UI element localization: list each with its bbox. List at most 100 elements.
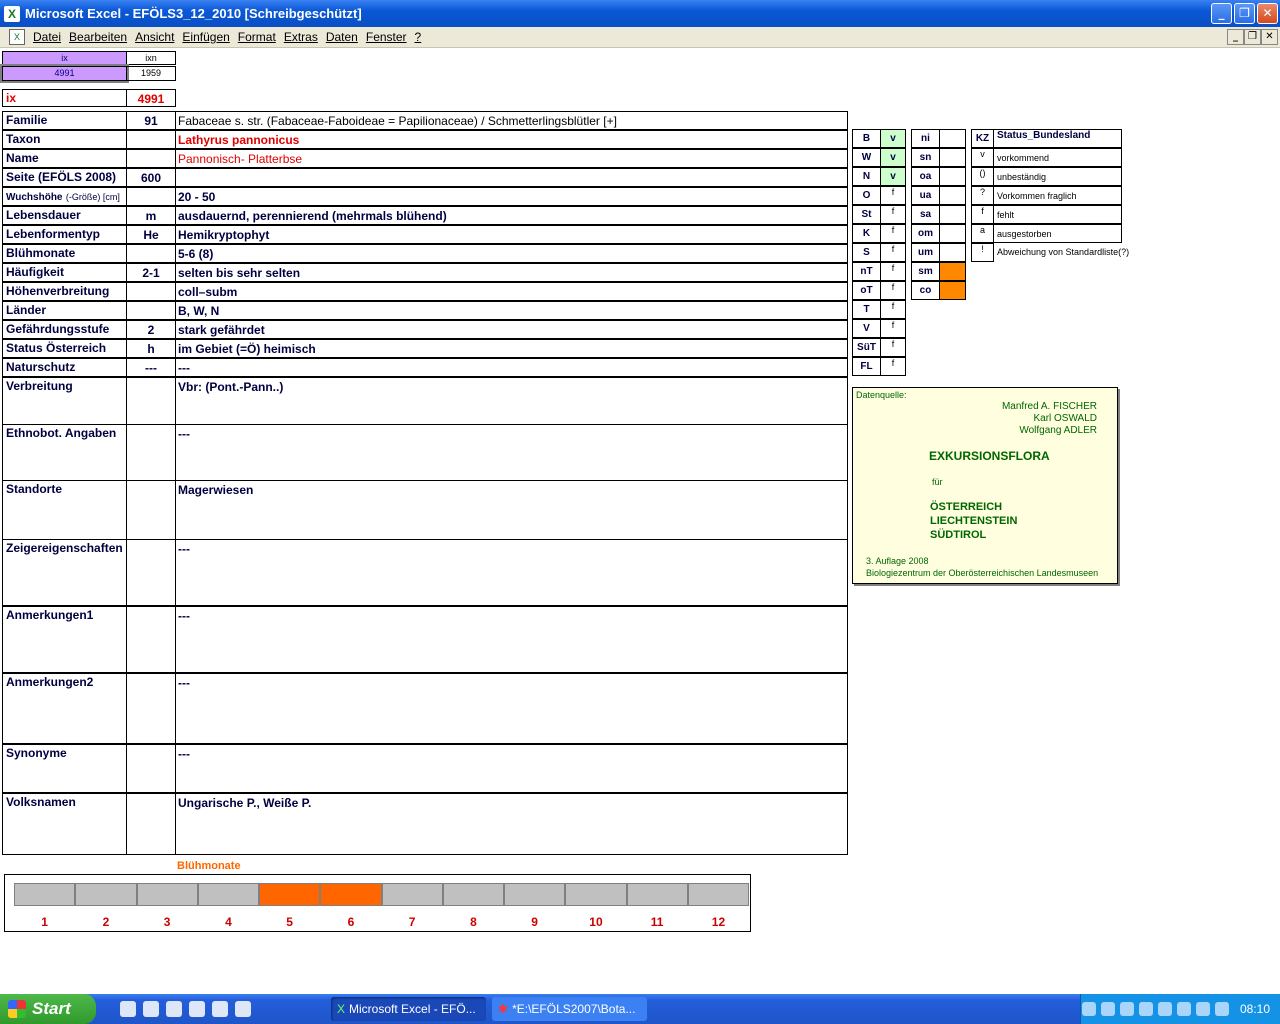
restore-button[interactable]: ❐ <box>1234 3 1255 24</box>
bundesland-status[interactable]: f <box>880 319 906 338</box>
row-code[interactable]: 91 <box>126 111 176 130</box>
menu-ansicht[interactable]: Ansicht <box>135 30 174 44</box>
network-icon[interactable] <box>1081 1002 1096 1016</box>
row-value[interactable]: B, W, N <box>175 301 848 320</box>
row-code[interactable]: He <box>126 225 176 244</box>
ix-label: ix <box>2 89 127 107</box>
text-row-value[interactable]: --- <box>175 744 848 793</box>
row-code[interactable] <box>126 149 176 168</box>
row-value[interactable]: stark gefährdet <box>175 320 848 339</box>
text-row-value[interactable]: --- <box>175 606 848 673</box>
bundesland-status[interactable]: f <box>880 224 906 243</box>
hoehenzone-flag[interactable] <box>939 281 966 300</box>
row-value[interactable]: selten bis sehr selten <box>175 263 848 282</box>
menu-daten[interactable]: Daten <box>326 30 358 44</box>
row-code[interactable] <box>126 301 176 320</box>
menu-format[interactable]: Format <box>238 30 276 44</box>
text-row-value[interactable]: --- <box>175 539 848 606</box>
shield-icon[interactable] <box>1157 1002 1172 1016</box>
quicklaunch-ie-icon[interactable] <box>189 1001 205 1017</box>
start-button[interactable]: Start <box>0 994 96 1024</box>
hoehenzone-flag[interactable] <box>939 129 966 148</box>
row-value[interactable]: coll–subm <box>175 282 848 301</box>
doc-close-button[interactable]: ✕ <box>1261 29 1278 45</box>
menu-datei[interactable]: Datei <box>33 30 61 44</box>
ix-small-value[interactable]: 4991 <box>0 64 129 83</box>
hoehenzone-flag[interactable] <box>939 186 966 205</box>
row-code[interactable] <box>126 130 176 149</box>
info-icon[interactable] <box>1195 1002 1210 1016</box>
row-value[interactable]: ausdauernd, perennierend (mehrmals blühe… <box>175 206 848 225</box>
row-code[interactable]: --- <box>126 358 176 377</box>
menu-bearbeiten[interactable]: Bearbeiten <box>69 30 127 44</box>
row-value[interactable]: 5-6 (8) <box>175 244 848 263</box>
quicklaunch-desktop-icon[interactable] <box>120 1001 136 1017</box>
row-code[interactable] <box>126 244 176 263</box>
row-label-text: Naturschutz <box>6 360 76 374</box>
quicklaunch-firefox-icon[interactable] <box>235 1001 251 1017</box>
doc-minimize-button[interactable]: _ <box>1227 29 1244 45</box>
row-value[interactable]: Lathyrus pannonicus <box>175 130 848 149</box>
text-row-value[interactable]: Ungarische P., Weiße P. <box>175 793 848 855</box>
volume-icon[interactable] <box>1100 1002 1115 1016</box>
menu-fenster[interactable]: Fenster <box>366 30 407 44</box>
menu-einfuegen[interactable]: Einfügen <box>182 30 229 44</box>
bundesland-status[interactable]: f <box>880 243 906 262</box>
row-value[interactable]: 20 - 50 <box>175 187 848 206</box>
close-button[interactable]: ✕ <box>1257 3 1278 24</box>
row-value[interactable]: im Gebiet (=Ö) heimisch <box>175 339 848 358</box>
worksheet[interactable]: ix ixn 4991 1959 ix 4991 Familie 91 Fabace… <box>0 48 1280 990</box>
bundesland-status[interactable]: f <box>880 357 906 376</box>
row-value[interactable]: Fabaceae s. str. (Fabaceae-Faboideae = P… <box>175 111 848 130</box>
text-row-value[interactable]: Magerwiesen <box>175 480 848 540</box>
menu-help[interactable]: ? <box>415 30 422 44</box>
quicklaunch-media-icon[interactable] <box>166 1001 182 1017</box>
bundesland-status[interactable]: f <box>880 281 906 300</box>
row-value[interactable]: Hemikryptophyt <box>175 225 848 244</box>
row-code[interactable]: m <box>126 206 176 225</box>
row-value[interactable]: --- <box>175 358 848 377</box>
row-code[interactable]: 2-1 <box>126 263 176 282</box>
hoehenzone-flag[interactable] <box>939 243 966 262</box>
bundesland-status[interactable]: f <box>880 262 906 281</box>
bundesland-status[interactable]: v <box>880 129 906 148</box>
update-icon[interactable] <box>1176 1002 1191 1016</box>
quicklaunch-explorer-icon[interactable] <box>143 1001 159 1017</box>
text-row-value[interactable]: --- <box>175 424 848 481</box>
row-code[interactable]: 600 <box>126 168 176 187</box>
row-code[interactable]: 2 <box>126 320 176 339</box>
quicklaunch-outlook-icon[interactable] <box>212 1001 228 1017</box>
workbook-icon[interactable]: X <box>9 29 25 45</box>
bundesland-status[interactable]: v <box>880 148 906 167</box>
bloom-chart[interactable]: 1 2 3 4 5 6 7 8 9 10 11 12 <box>4 874 751 932</box>
hoehenzone-flag[interactable] <box>939 224 966 243</box>
text-row-value[interactable]: Vbr: (Pont.-Pann..) <box>175 377 848 425</box>
windows-logo-icon <box>8 1000 26 1018</box>
ixn-value[interactable]: 1959 <box>126 66 176 81</box>
row-value[interactable]: Pannonisch- Platterbse <box>175 149 848 168</box>
task-excel[interactable]: X Microsoft Excel - EFÖ... <box>331 997 486 1021</box>
menu-extras[interactable]: Extras <box>284 30 318 44</box>
bundesland-status[interactable]: v <box>880 167 906 186</box>
hoehenzone-flag[interactable] <box>939 148 966 167</box>
search-icon[interactable] <box>1119 1002 1134 1016</box>
task-folder[interactable]: ✱ *E:\EFÖLS2007\Bota... <box>492 997 647 1021</box>
row-value[interactable] <box>175 168 848 187</box>
row-code[interactable] <box>126 282 176 301</box>
minimize-button[interactable]: _ <box>1211 3 1232 24</box>
hoehenzone-flag[interactable] <box>939 205 966 224</box>
ix-value[interactable]: 4991 <box>126 89 176 107</box>
bundesland-status[interactable]: f <box>880 186 906 205</box>
bundesland-status[interactable]: f <box>880 338 906 357</box>
bundesland-status[interactable]: f <box>880 300 906 319</box>
hoehenzone-flag[interactable] <box>939 167 966 186</box>
security-icon[interactable] <box>1138 1002 1153 1016</box>
row-label: Gefährdungsstufe <box>2 320 127 339</box>
row-code[interactable] <box>126 187 176 206</box>
row-code[interactable]: h <box>126 339 176 358</box>
text-row-value[interactable]: --- <box>175 673 848 744</box>
antivirus-icon[interactable] <box>1214 1002 1229 1016</box>
hoehenzone-flag[interactable] <box>939 262 966 281</box>
doc-restore-button[interactable]: ❐ <box>1244 29 1261 45</box>
bundesland-status[interactable]: f <box>880 205 906 224</box>
